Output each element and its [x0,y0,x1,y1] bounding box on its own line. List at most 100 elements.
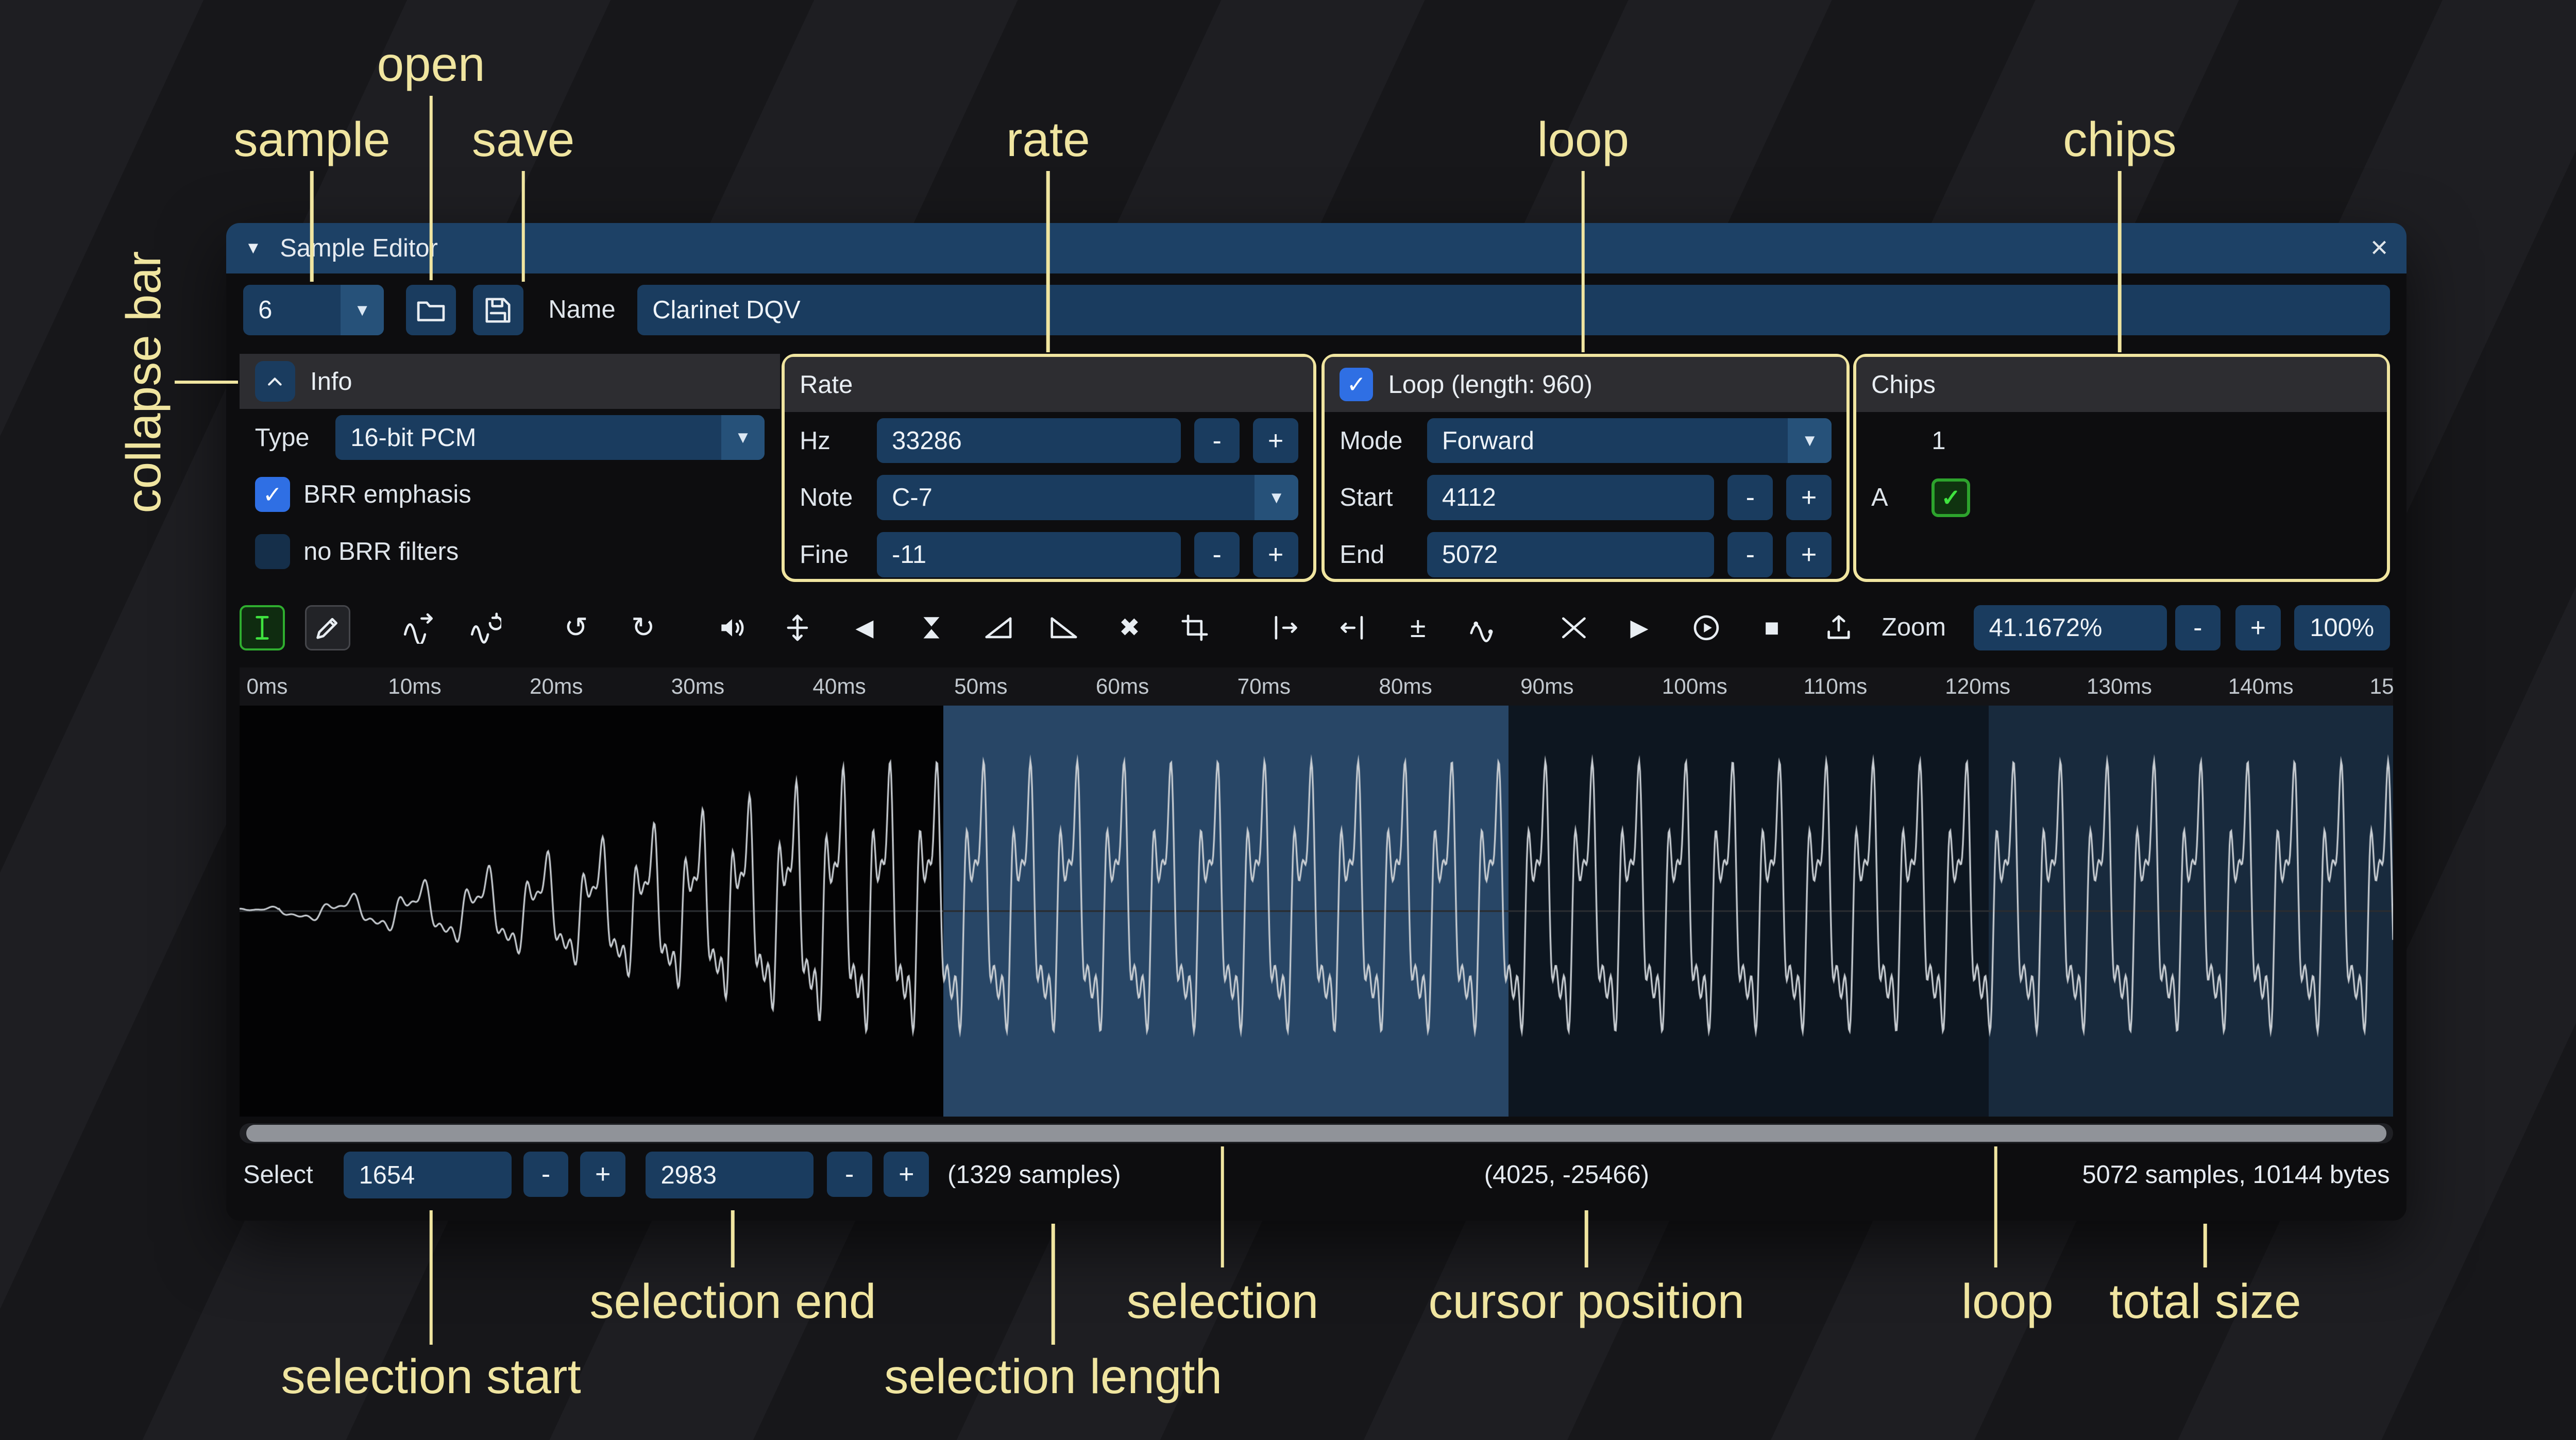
type-label: Type [255,423,322,452]
collapse-bar-button[interactable] [255,361,295,401]
selection-start-increment-button[interactable]: + [580,1152,625,1197]
ibeam-cursor-icon [246,612,278,644]
info-header: Info [240,354,779,409]
zoom-reset-button[interactable]: 100% [2294,605,2390,650]
annotation-total-size-line [2204,1224,2207,1267]
window-collapse-icon[interactable]: ▼ [245,238,261,258]
sign-button[interactable]: ± [1395,605,1440,650]
annotation-chips-line [2118,171,2122,352]
rate-header: Rate [785,357,1313,412]
zoom-reset-label: 100% [2310,613,2374,642]
waveform-view[interactable] [240,706,2393,1116]
fine-decrement-button[interactable]: - [1194,532,1240,577]
filter-button[interactable] [1461,605,1506,650]
open-sample-button[interactable] [406,285,456,335]
chevron-down-icon: ▼ [1788,418,1832,464]
undo-icon: ↺ [564,613,588,642]
loop-end-input[interactable]: 5072 [1427,532,1715,577]
selection-end-decrement-button[interactable]: - [827,1152,872,1197]
scrollbar-thumb[interactable] [246,1125,2386,1142]
loop-end-decrement-button[interactable]: - [1727,532,1773,577]
selection-end-input[interactable]: 2983 [646,1152,814,1198]
close-icon[interactable]: × [2370,233,2388,263]
invert-button[interactable] [909,605,954,650]
hz-decrement-button[interactable]: - [1194,418,1240,464]
no-brr-filters-checkbox[interactable] [255,534,290,569]
type-select[interactable]: 16-bit PCM ▼ [335,415,765,460]
zoom-input[interactable]: 41.1672% [1974,605,2166,650]
loop-header: ✓ Loop (length: 960) [1325,357,1846,412]
upload-icon [1823,612,1855,644]
chevron-down-icon: ▼ [721,415,765,460]
amplify-button[interactable] [709,605,755,650]
draw-tool-button[interactable] [305,605,350,650]
loop-mode-select[interactable]: Forward ▼ [1427,418,1832,464]
note-select[interactable]: C-7 ▼ [877,475,1298,520]
select-tool-button[interactable] [240,605,285,650]
note-value: C-7 [877,483,933,512]
annotation-cursor-position-line [1585,1210,1588,1267]
selection-start-decrement-button[interactable]: - [523,1152,569,1197]
hz-label: Hz [800,426,863,455]
zoom-out-button[interactable]: - [2175,605,2221,650]
rate-section: Rate Hz 33286 - + Note C-7 ▼ Fine -11 - … [782,354,1316,582]
waveform-canvas[interactable] [240,706,2393,1116]
preview-button[interactable]: ▶ [1617,605,1662,650]
fade-in-icon [982,612,1014,644]
selection-length-text: (1329 samples) [947,1150,1121,1201]
save-icon [481,294,515,327]
no-brr-filters-row: no BRR filters [240,523,779,580]
redo-icon: ↻ [631,613,655,642]
loop-end-label: End [1340,540,1413,569]
insert-silence-icon [1269,612,1301,644]
save-sample-button[interactable] [473,285,523,335]
apply-silence-button[interactable] [1330,605,1375,650]
resize-button[interactable] [396,605,441,650]
annotation-loop-label: loop [1537,112,1629,168]
annotation-loop-bottom-label: loop [1961,1274,2053,1330]
annotation-save-label: save [472,112,574,168]
fine-increment-button[interactable]: + [1253,532,1298,577]
loop-start-increment-button[interactable]: + [1786,475,1832,520]
insert-silence-button[interactable] [1263,605,1308,650]
loop-start-decrement-button[interactable]: - [1727,475,1773,520]
annotation-loop-line [1582,171,1585,352]
selection-start-input[interactable]: 1654 [344,1152,512,1198]
hz-increment-button[interactable]: + [1253,418,1298,464]
undo-button[interactable]: ↺ [553,605,599,650]
preview-loop-button[interactable] [1684,605,1729,650]
chip-a1-checkbox[interactable]: ✓ [1931,478,1970,517]
loop-start-row: Start 4112 - + [1325,469,1846,526]
loop-end-increment-button[interactable]: + [1786,532,1832,577]
fade-out-button[interactable] [1041,605,1087,650]
normalize-button[interactable] [775,605,820,650]
waveform-scrollbar[interactable] [240,1123,2393,1143]
selection-end-increment-button[interactable]: + [884,1152,929,1197]
loop-end-row: End 5072 - + [1325,526,1846,584]
crossfade-loop-button[interactable] [1551,605,1597,650]
ruler-label: 50ms [954,674,1007,699]
fade-in-button[interactable] [976,605,1021,650]
trim-button[interactable] [1172,605,1217,650]
stop-button[interactable]: ■ [1749,605,1794,650]
zoom-in-button[interactable]: + [2235,605,2281,650]
window-titlebar[interactable]: ▼ Sample Editor × [226,223,2406,273]
total-size-text: 5072 samples, 10144 bytes [2082,1150,2390,1201]
ruler-label: 150 [2369,674,2393,699]
annotation-selection-end-line [731,1210,735,1267]
reverse-button[interactable]: ◀ [842,605,887,650]
redo-button[interactable]: ↻ [620,605,666,650]
loop-enable-checkbox[interactable]: ✓ [1340,368,1373,401]
sample-name-input[interactable]: Clarinet DQV [637,285,2390,335]
hz-input[interactable]: 33286 [877,418,1181,464]
brr-emphasis-checkbox[interactable]: ✓ [255,477,290,512]
annotation-selection-length-line [1052,1224,1055,1344]
delete-button[interactable]: ✖ [1107,605,1152,650]
chevron-down-icon: ▼ [1255,475,1298,520]
resample-button[interactable] [463,605,508,650]
ruler-label: 20ms [530,674,583,699]
loop-start-input[interactable]: 4112 [1427,475,1715,520]
import-button[interactable] [1816,605,1861,650]
fine-input[interactable]: -11 [877,532,1181,577]
sample-selector[interactable]: 6 ▼ [243,285,384,335]
